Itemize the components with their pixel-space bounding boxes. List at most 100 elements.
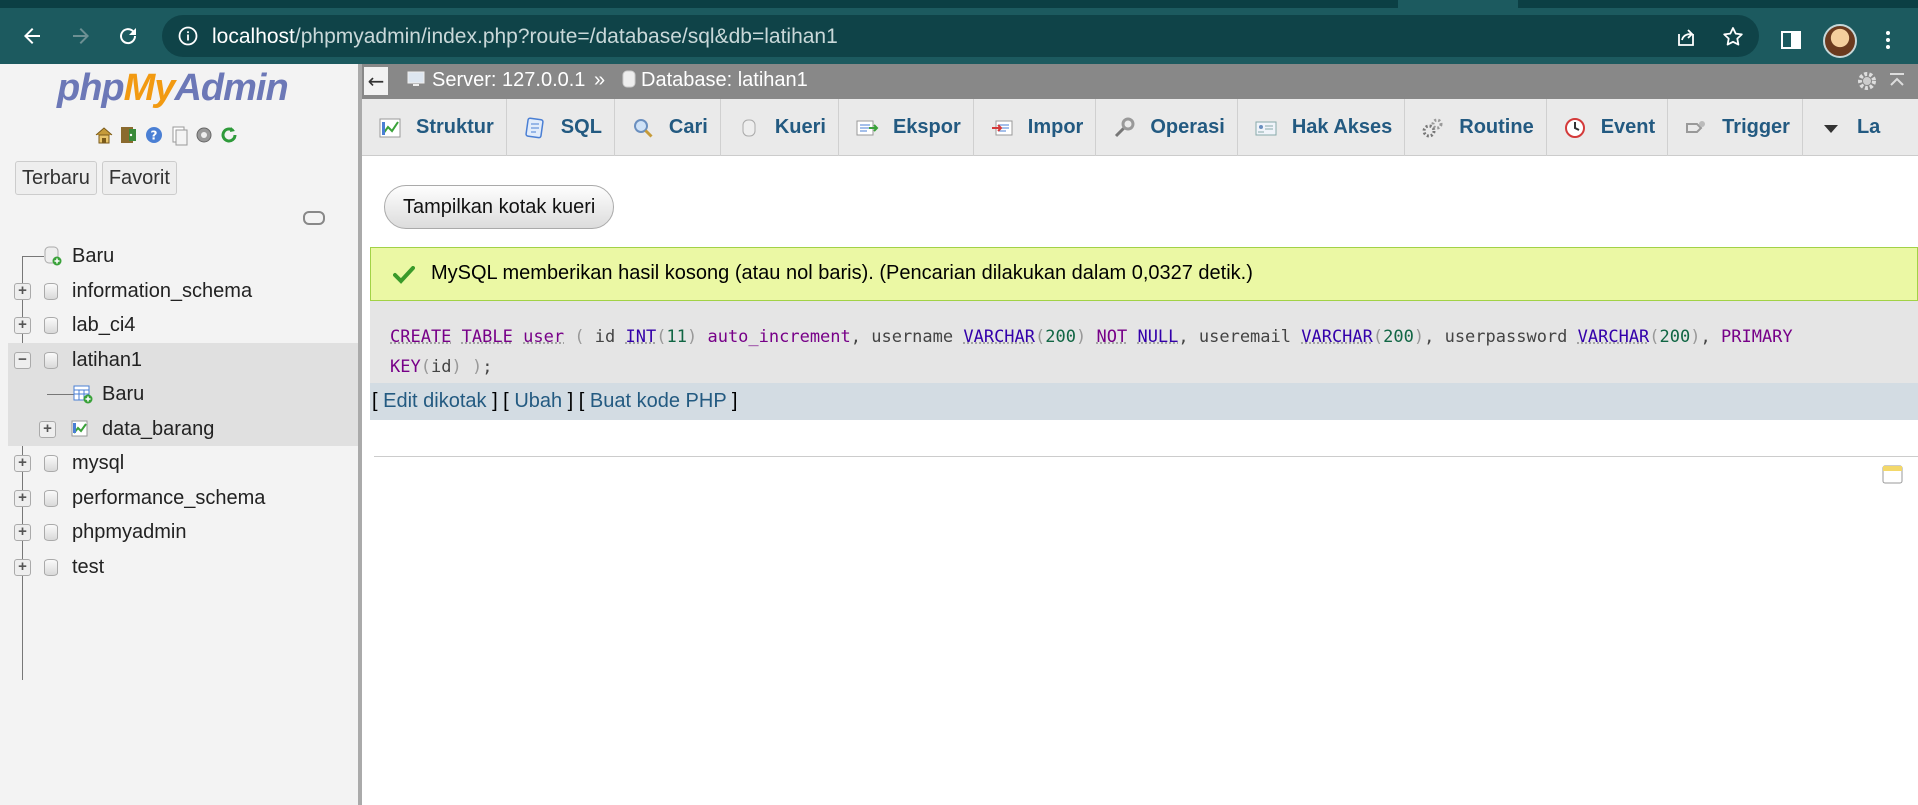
forward-icon[interactable] xyxy=(67,22,95,50)
menu-icon[interactable] xyxy=(1876,28,1900,52)
top-menu-tabs: Struktur SQL Cari Kueri Ekspor Impor Ope… xyxy=(362,99,1918,156)
expand-icon[interactable]: + xyxy=(14,455,31,472)
tree-item-label[interactable]: data_barang xyxy=(102,418,214,441)
breadcrumb-server[interactable]: Server: 127.0.0.1 xyxy=(432,69,585,92)
reload-icon[interactable] xyxy=(114,22,142,50)
tree-item-label[interactable]: test xyxy=(72,556,104,579)
show-query-box-button[interactable]: Tampilkan kotak kueri xyxy=(384,185,615,229)
tree-item-label[interactable]: information_schema xyxy=(72,280,252,303)
collapse-top-icon[interactable] xyxy=(1886,70,1908,92)
console-icon[interactable] xyxy=(1882,465,1904,485)
logo-php: php xyxy=(57,67,125,109)
export-icon xyxy=(855,116,879,140)
share-icon[interactable] xyxy=(1674,25,1698,49)
tab-label: Operasi xyxy=(1150,116,1225,138)
tree-item-performance-schema[interactable]: + performance_schema xyxy=(0,481,358,516)
tab-events[interactable]: Event xyxy=(1547,99,1669,156)
tab-label: La xyxy=(1856,116,1881,138)
tree-item-label[interactable]: Baru xyxy=(102,383,144,406)
query-actions: [ Edit dikotak ] [ Ubah ] [ Buat kode PH… xyxy=(370,383,1918,420)
tab-routines[interactable]: Routine xyxy=(1405,99,1547,156)
tree-item-label[interactable]: performance_schema xyxy=(72,487,265,510)
tree-item-information-schema[interactable]: + information_schema xyxy=(0,274,358,309)
success-message-text: MySQL memberikan hasil kosong (atau nol … xyxy=(431,262,1253,284)
tab-structure[interactable]: Struktur xyxy=(362,99,507,156)
settings-icon[interactable] xyxy=(1856,70,1878,92)
address-bar[interactable]: localhost/phpmyadmin/index.php?route=/da… xyxy=(162,15,1759,57)
url-host: localhost xyxy=(212,25,295,48)
collapse-icon[interactable]: − xyxy=(14,351,31,369)
routines-icon xyxy=(1421,116,1445,140)
database-icon xyxy=(44,455,58,472)
browser-tabstrip-spacer xyxy=(1518,0,1918,8)
help-icon[interactable]: ? xyxy=(143,124,165,146)
divider xyxy=(374,456,1918,457)
query-icon xyxy=(737,116,761,140)
tree-item-latihan1[interactable]: − latihan1 xyxy=(8,342,358,377)
expand-icon[interactable]: + xyxy=(14,489,31,507)
breadcrumb-separator: » xyxy=(594,69,606,91)
import-icon xyxy=(990,116,1014,140)
tree-item-label[interactable]: phpmyadmin xyxy=(72,521,187,544)
home-icon[interactable] xyxy=(93,124,115,146)
tab-query[interactable]: Kueri xyxy=(721,99,839,156)
sidepanel-icon[interactable] xyxy=(1779,28,1803,52)
url-text[interactable]: localhost/phpmyadmin/index.php?route=/da… xyxy=(212,25,838,49)
tab-label: SQL xyxy=(560,116,602,138)
settings-icon[interactable] xyxy=(193,124,215,146)
tree-item-mysql[interactable]: + mysql xyxy=(0,446,358,481)
reload-nav-icon[interactable] xyxy=(218,124,240,146)
back-icon[interactable] xyxy=(18,22,46,50)
back-arrow-icon[interactable]: ← xyxy=(364,67,388,95)
expand-icon[interactable]: + xyxy=(14,317,31,334)
tree-item-label[interactable]: lab_ci4 xyxy=(72,314,135,337)
tab-sql[interactable]: SQL xyxy=(507,99,615,156)
browser-toolbar: localhost/phpmyadmin/index.php?route=/da… xyxy=(0,8,1918,64)
logo-admin: Admin xyxy=(174,67,288,109)
database-icon xyxy=(44,524,58,541)
navigation-panel: phpMyAdmin ? Terbaru Favorit Baru + info… xyxy=(0,64,362,805)
create-php-code-link[interactable]: Buat kode PHP xyxy=(590,390,726,412)
breadcrumb-database[interactable]: Database: latihan1 xyxy=(641,69,808,92)
tab-triggers[interactable]: Trigger xyxy=(1668,99,1803,156)
tree-item-new-database[interactable]: Baru xyxy=(0,239,358,274)
chevron-down-icon xyxy=(1819,116,1843,140)
expand-icon[interactable]: + xyxy=(14,282,31,300)
tree-item-label[interactable]: mysql xyxy=(72,452,124,475)
sql-code[interactable]: CREATE TABLE user ( id INT(11) auto_incr… xyxy=(390,322,1910,382)
tree-item-data-barang[interactable]: + data_barang xyxy=(8,411,358,446)
star-icon[interactable] xyxy=(1721,25,1745,49)
tree-item-test[interactable]: + test xyxy=(0,550,358,585)
phpmyadmin-logo[interactable]: phpMyAdmin xyxy=(57,67,289,110)
tree-item-phpmyadmin[interactable]: + phpmyadmin xyxy=(0,515,358,550)
logout-icon[interactable] xyxy=(118,124,140,146)
tree-item-lab-ci4[interactable]: + lab_ci4 xyxy=(0,308,358,343)
sql-icon xyxy=(523,116,547,140)
breadcrumb: ← Server: 127.0.0.1 » Database: latihan1 xyxy=(362,64,1918,99)
new-database-icon xyxy=(44,246,62,266)
url-path: /phpmyadmin/index.php?route=/database/sq… xyxy=(294,25,838,48)
docs-icon[interactable] xyxy=(168,124,190,146)
tree-item-label[interactable]: latihan1 xyxy=(72,349,142,372)
tab-favorites[interactable]: Favorit xyxy=(101,161,177,195)
tab-import[interactable]: Impor xyxy=(974,99,1097,156)
edit-link[interactable]: Ubah xyxy=(514,390,562,412)
expand-icon[interactable]: + xyxy=(14,558,31,576)
info-icon[interactable] xyxy=(178,26,198,46)
tab-operations[interactable]: Operasi xyxy=(1096,99,1238,156)
structure-icon xyxy=(378,116,402,140)
browser-tabstrip xyxy=(0,0,1918,8)
tab-privileges[interactable]: Hak Akses xyxy=(1238,99,1406,156)
tab-search[interactable]: Cari xyxy=(615,99,721,156)
avatar[interactable] xyxy=(1823,24,1857,58)
tree-item-new-table[interactable]: Baru xyxy=(8,377,358,412)
expand-icon[interactable]: + xyxy=(14,524,31,541)
new-table-icon xyxy=(73,384,93,404)
edit-inline-link[interactable]: Edit dikotak xyxy=(383,390,486,412)
tab-export[interactable]: Ekspor xyxy=(839,99,974,156)
tab-recent[interactable]: Terbaru xyxy=(15,161,97,195)
link-with-main-panel-icon[interactable] xyxy=(303,211,325,225)
tree-item-label[interactable]: Baru xyxy=(72,245,114,268)
expand-icon[interactable]: + xyxy=(39,420,56,438)
tab-more[interactable]: La xyxy=(1803,99,1880,156)
